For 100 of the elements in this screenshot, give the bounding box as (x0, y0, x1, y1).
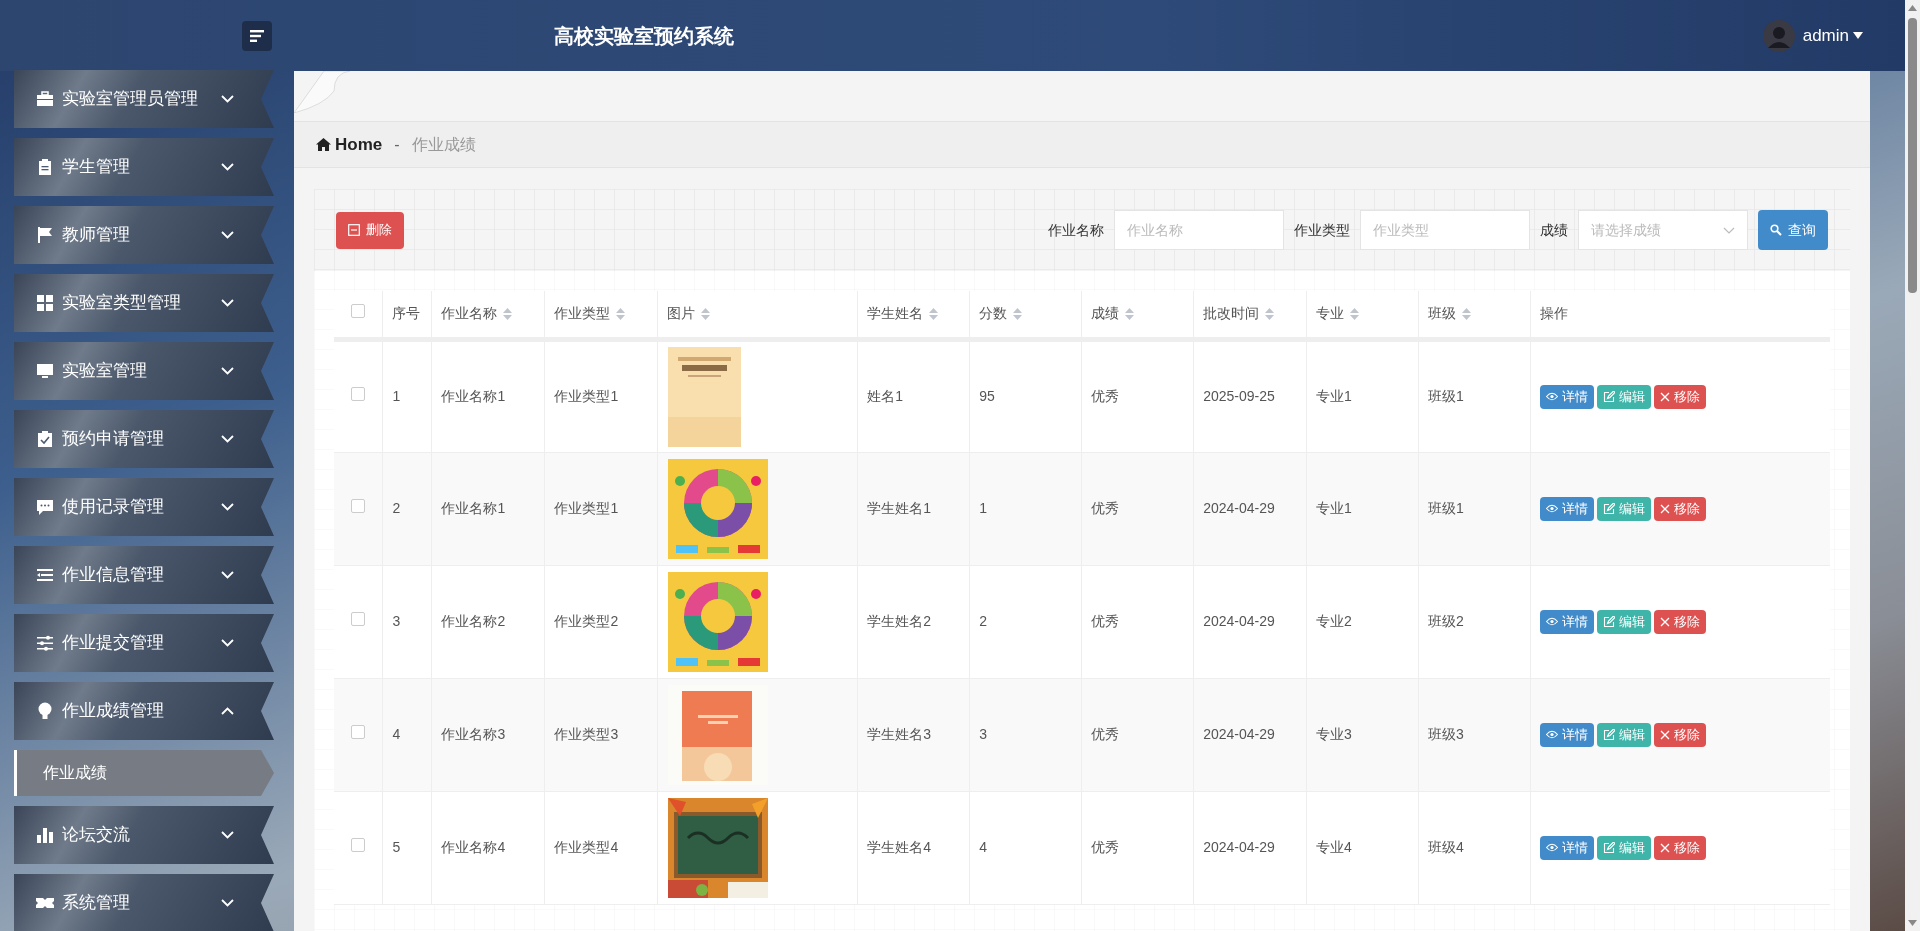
caret-icon (1853, 32, 1863, 39)
search-button[interactable]: 查询 (1758, 210, 1828, 250)
table-cell: 姓名1 (867, 388, 904, 404)
table-cell: 专业2 (1316, 613, 1352, 629)
sidebar-item[interactable]: 使用记录管理 (14, 478, 274, 536)
column-header[interactable]: 班级 (1428, 303, 1457, 325)
table-cell: 学生姓名1 (867, 500, 932, 516)
column-header[interactable]: 批改时间 (1203, 303, 1260, 325)
close-icon (1660, 616, 1670, 627)
sidebar-item[interactable]: 作业提交管理 (14, 614, 274, 672)
table-cell: 2024-04-29 (1203, 613, 1275, 629)
table-cell: 2024-04-29 (1203, 726, 1275, 742)
table-cell: 2024-04-29 (1203, 500, 1275, 516)
detail-button[interactable]: 详情 (1540, 609, 1594, 634)
sidebar-item[interactable]: 实验室管理员管理 (14, 70, 274, 128)
detail-button[interactable]: 详情 (1540, 384, 1594, 409)
close-icon (1660, 503, 1670, 514)
column-header[interactable]: 图片 (667, 303, 696, 325)
sidebar-item[interactable]: 实验室管理 (14, 342, 274, 400)
remove-button[interactable]: 移除 (1654, 384, 1706, 409)
checkbox[interactable] (351, 499, 366, 513)
detail-button[interactable]: 详情 (1540, 722, 1594, 747)
chevron-up-icon (221, 707, 234, 715)
table-cell: 优秀 (1091, 500, 1120, 516)
bar-chart-icon (36, 826, 54, 844)
table-cell: 5 (392, 839, 401, 855)
sidebar-item[interactable]: 作业成绩管理 (14, 682, 274, 740)
sidebar-item[interactable]: 实验室类型管理 (14, 274, 274, 332)
column-header[interactable]: 成绩 (1091, 303, 1120, 325)
table-cell: 班级2 (1428, 613, 1464, 629)
table-cell: 作业类型2 (554, 613, 619, 629)
remove-button[interactable]: 移除 (1654, 722, 1706, 747)
chevron-down-icon (221, 163, 234, 171)
chevron-down-icon (221, 299, 234, 307)
checkbox[interactable] (351, 612, 366, 626)
delete-button[interactable]: 删除 (336, 211, 404, 249)
menu-icon (249, 28, 265, 43)
sidebar-item[interactable]: 教师管理 (14, 206, 274, 264)
scroll-thumb[interactable] (1908, 18, 1917, 293)
close-icon (1660, 729, 1670, 740)
sidebar-item[interactable]: 学生管理 (14, 138, 274, 196)
table-cell: 3 (979, 726, 988, 742)
briefcase-icon (36, 90, 54, 108)
column-header[interactable]: 分数 (979, 303, 1008, 325)
table-cell: 2 (979, 613, 988, 629)
table-cell: 专业1 (1316, 388, 1352, 404)
table-cell: 优秀 (1091, 613, 1120, 629)
chevron-down-icon (221, 435, 234, 443)
monitor-icon (36, 362, 54, 380)
sidebar-item[interactable]: 论坛交流 (14, 806, 274, 864)
table-cell: 作业名称3 (441, 726, 506, 742)
scroll-up-icon[interactable] (1908, 5, 1917, 11)
column-header[interactable]: 学生姓名 (867, 303, 924, 325)
chevron-down-icon (221, 503, 234, 511)
column-header[interactable]: 作业类型 (554, 303, 611, 325)
checkbox[interactable] (351, 725, 366, 739)
eye-icon (1546, 617, 1558, 626)
scrollbar[interactable] (1905, 0, 1920, 931)
sidebar-item[interactable]: 作业信息管理 (14, 546, 274, 604)
eye-icon (1546, 730, 1558, 739)
table-cell: 作业类型1 (554, 388, 619, 404)
lightbulb-icon (36, 702, 54, 720)
table-cell: 作业名称2 (441, 613, 506, 629)
table-cell: 作业名称1 (441, 388, 506, 404)
table-cell: 1 (392, 388, 401, 404)
checkbox[interactable] (351, 304, 366, 319)
column-header[interactable]: 作业名称 (441, 303, 498, 325)
chat-icon (36, 498, 54, 516)
table-cell: 优秀 (1091, 388, 1120, 404)
edit-icon (1603, 390, 1615, 403)
table-cell: 优秀 (1091, 726, 1120, 742)
remove-button[interactable]: 移除 (1654, 835, 1706, 860)
user-menu[interactable]: admin (1802, 22, 1863, 49)
clipboard-icon (36, 158, 54, 176)
checkbox[interactable] (351, 387, 366, 401)
avatar (1762, 19, 1795, 52)
home-icon (316, 138, 331, 151)
sidebar-item[interactable]: 预约申请管理 (14, 410, 274, 468)
chevron-down-icon (221, 571, 234, 579)
detail-button[interactable]: 详情 (1540, 496, 1594, 521)
filter-label: 作业名称 (1048, 220, 1104, 240)
detail-button[interactable]: 详情 (1540, 835, 1594, 860)
remove-button[interactable]: 移除 (1654, 496, 1706, 521)
checkbox[interactable] (351, 838, 366, 852)
table-cell: 作业类型4 (554, 839, 619, 855)
filter-input[interactable]: 作业名称 (1114, 210, 1284, 250)
column-header[interactable]: 专业 (1316, 303, 1345, 325)
chevron-down-icon (221, 831, 234, 839)
menu-button[interactable] (242, 20, 272, 51)
close-icon (1660, 391, 1670, 402)
remove-button[interactable]: 移除 (1654, 609, 1706, 634)
sidebar-item[interactable]: 系统管理 (14, 874, 274, 931)
scroll-down-icon[interactable] (1908, 920, 1917, 926)
table-cell: 作业类型1 (554, 500, 619, 516)
flag-icon (36, 226, 54, 244)
submenu-item[interactable]: 作业成绩 (14, 750, 274, 796)
filter-input[interactable]: 作业类型 (1360, 210, 1530, 250)
home-link[interactable]: Home (316, 131, 383, 158)
table-cell: 95 (979, 388, 995, 404)
column-header: 操作 (1540, 304, 1568, 324)
